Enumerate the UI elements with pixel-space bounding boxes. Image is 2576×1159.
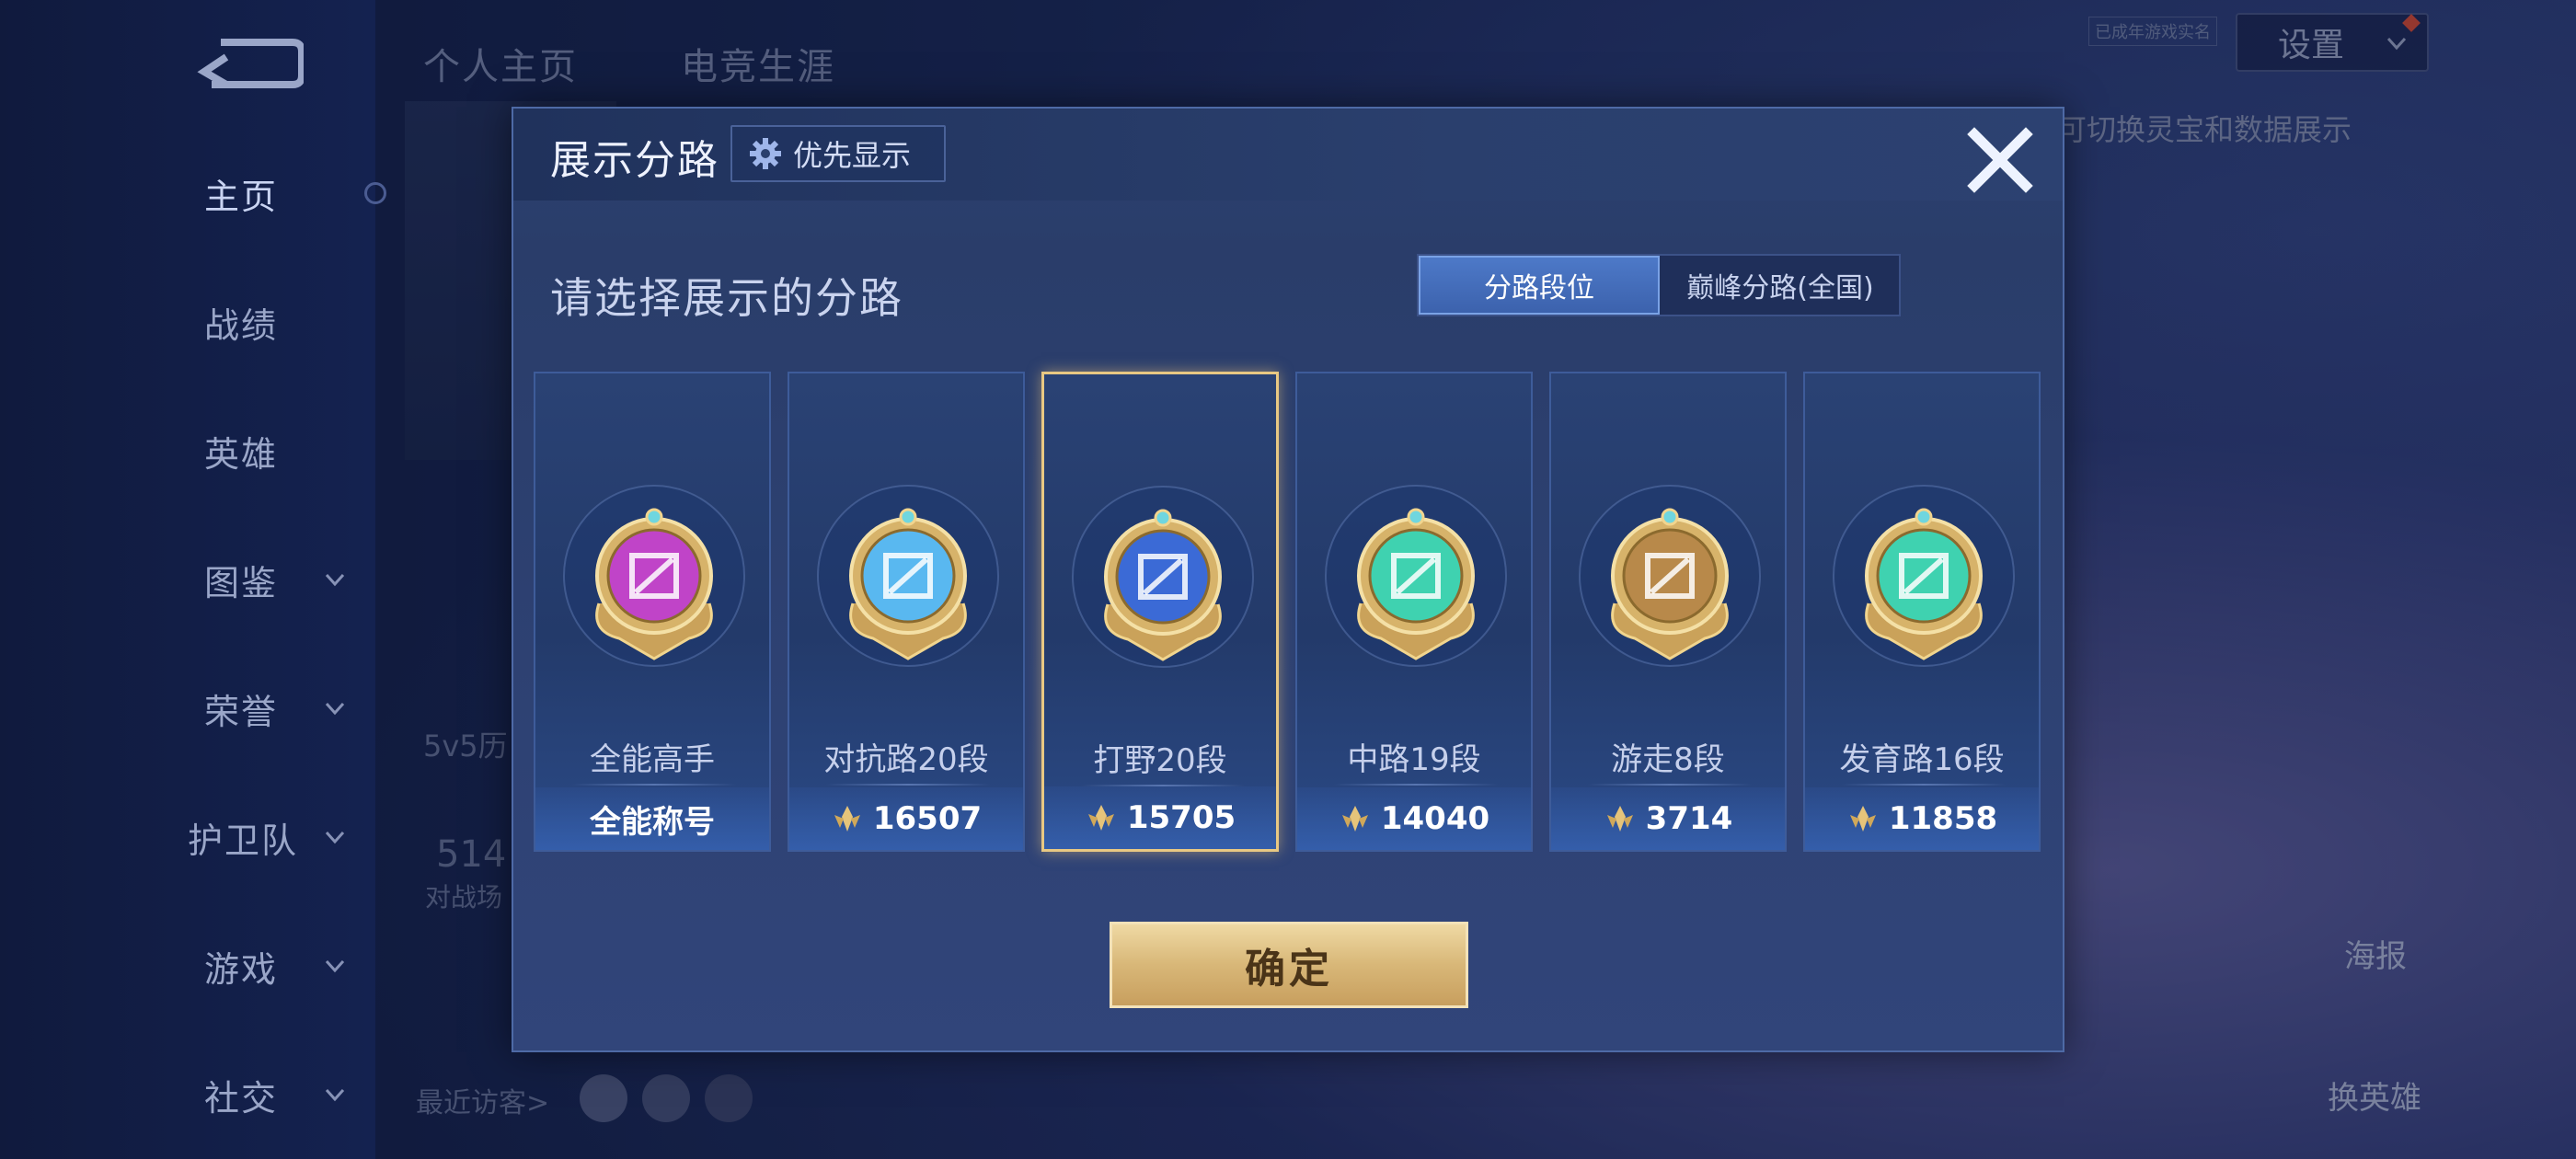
peak-points-icon: [1606, 806, 1633, 832]
sidebar-item-games[interactable]: 游戏: [0, 929, 375, 1003]
rank-points: 15705: [1044, 786, 1276, 849]
rank-points-value: 3714: [1645, 800, 1733, 837]
lane-card[interactable]: 全能高手 全能称号: [534, 372, 771, 852]
priority-display-button[interactable]: 优先显示: [730, 125, 946, 182]
sidebar-item-heroes[interactable]: 英雄: [0, 414, 375, 488]
sidebar-item-label: 游戏: [204, 948, 279, 990]
card-divider: [1588, 784, 1752, 786]
chevron-down-icon: [325, 702, 345, 716]
rank-points: 14040: [1297, 787, 1531, 850]
segment-lane-rank[interactable]: 分路段位: [1419, 256, 1660, 315]
rank-label: 中路19段: [1347, 741, 1481, 778]
lane-card[interactable]: 中路19段 14040: [1295, 372, 1533, 852]
confirm-button[interactable]: 确定: [1110, 922, 1468, 1008]
rank-label: 对抗路20段: [823, 741, 989, 778]
segment-peak-lane[interactable]: 巅峰分路(全国): [1660, 256, 1901, 315]
rank-points-value: 15705: [1126, 799, 1236, 836]
lane-mode-toggle: 分路段位 巅峰分路(全国): [1417, 254, 1901, 316]
rank-label: 游走8段: [1611, 741, 1725, 778]
sidebar-item-label: 战绩: [204, 304, 279, 346]
sidebar-item-home[interactable]: 主页: [0, 156, 375, 230]
clash-lane-emblem-icon: [817, 485, 999, 667]
peak-points-icon: [1341, 806, 1368, 832]
lane-card[interactable]: 对抗路20段 16507: [788, 372, 1025, 852]
jungle-emblem-icon: [1072, 486, 1254, 668]
sidebar-item-record[interactable]: 战绩: [0, 285, 375, 359]
rank-label: 打野20段: [1093, 742, 1227, 779]
chevron-down-icon: [325, 1088, 345, 1102]
rank-points: 16507: [789, 787, 1023, 850]
all-round-emblem-icon: [563, 485, 745, 667]
sidebar-item-honor[interactable]: 荣誉: [0, 671, 375, 745]
card-divider: [1334, 784, 1498, 786]
mid-lane-emblem-icon: [1325, 485, 1507, 667]
close-icon[interactable]: [1965, 125, 2035, 195]
lane-card[interactable]: 游走8段 3714: [1549, 372, 1787, 852]
rank-points-value: 全能称号: [590, 803, 715, 841]
sidebar-item-collection[interactable]: 图鉴: [0, 543, 375, 616]
display-lane-dialog: 展示分路 优先显示 请选择展示的分路 分路段位 巅峰分路(全国) 全能高手 全能…: [512, 107, 2064, 1052]
sidebar: 主页 战绩 英雄 图鉴 荣誉 护卫队 游戏 社交: [0, 0, 386, 1159]
rank-label: 发育路16段: [1839, 741, 2005, 778]
rank-label: 全能高手: [590, 741, 715, 778]
rank-points: 全能称号: [535, 787, 769, 850]
lane-card[interactable]: 发育路16段 11858: [1803, 372, 2041, 852]
chevron-down-icon: [325, 573, 345, 587]
card-divider: [826, 784, 990, 786]
sidebar-item-label: 社交: [204, 1077, 279, 1119]
rank-points-value: 14040: [1380, 800, 1490, 837]
roam-emblem-icon: [1579, 485, 1761, 667]
chevron-down-icon: [325, 959, 345, 973]
farm-lane-emblem-icon: [1833, 485, 2015, 667]
card-divider: [1842, 784, 2006, 786]
dialog-title: 展示分路: [550, 137, 719, 184]
card-divider: [572, 784, 736, 786]
sidebar-item-label: 图鉴: [204, 562, 279, 603]
peak-points-icon: [834, 806, 860, 832]
rank-points-value: 16507: [872, 800, 983, 837]
chevron-down-icon: [325, 831, 345, 844]
sidebar-item-social[interactable]: 社交: [0, 1058, 375, 1131]
sidebar-item-label: 主页: [204, 176, 279, 217]
select-lane-heading: 请选择展示的分路: [550, 273, 903, 323]
sidebar-item-guard-team[interactable]: 护卫队: [0, 800, 375, 874]
rank-points: 11858: [1805, 787, 2039, 850]
sidebar-item-label: 英雄: [204, 433, 279, 475]
peak-points-icon: [1087, 805, 1114, 831]
sidebar-item-label: 护卫队: [188, 820, 299, 861]
sidebar-item-label: 荣誉: [204, 691, 279, 732]
gear-icon: [750, 138, 781, 169]
rank-points: 3714: [1551, 787, 1785, 850]
rank-points-value: 11858: [1888, 800, 1998, 837]
priority-label: 优先显示: [793, 138, 912, 173]
back-icon[interactable]: [193, 29, 304, 94]
peak-points-icon: [1849, 806, 1876, 832]
lane-card[interactable]: 打野20段 15705: [1041, 372, 1279, 852]
